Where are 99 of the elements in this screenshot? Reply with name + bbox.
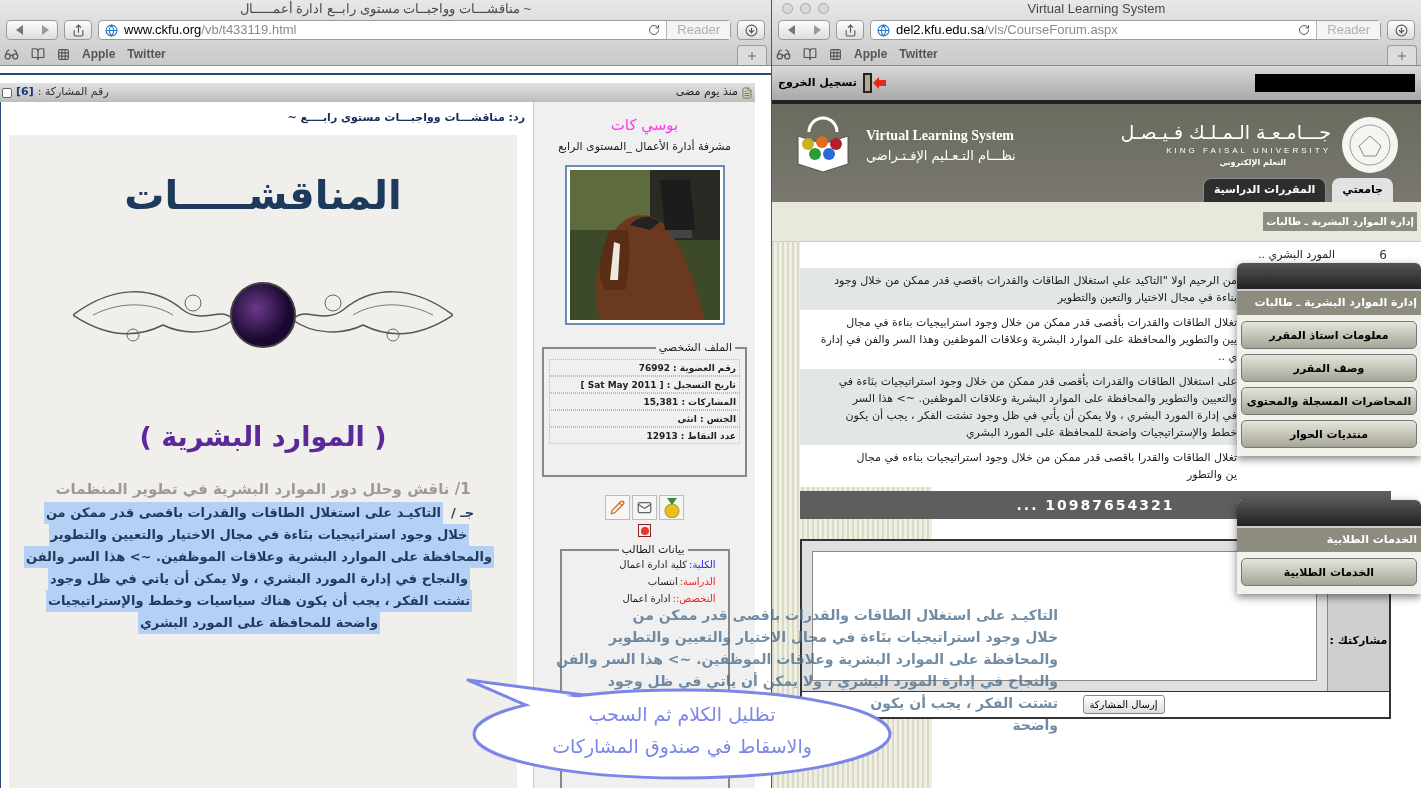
row-number: 6 <box>1378 247 1387 264</box>
bookmark-link[interactable]: Apple <box>82 45 116 63</box>
menu-button[interactable]: وصف المقرر <box>1241 354 1417 382</box>
exit-door-icon[interactable] <box>860 72 887 94</box>
vls-logo-icon <box>794 116 852 174</box>
student-field-label: التخصص:: <box>672 592 716 605</box>
logout-link[interactable]: تسجيل الخروج <box>778 74 857 92</box>
answer-prefix: جـ / <box>451 504 475 522</box>
university-name-english: KING FAISAL UNIVERSITY <box>1166 144 1331 157</box>
menu-button[interactable]: منتديات الحوار <box>1241 420 1417 448</box>
reply-title: رد: مناقشـــات وواجبـــات مستوى رابــــع ~ <box>286 110 526 126</box>
reload-icon[interactable] <box>648 24 661 36</box>
post-text-line: من الرحيم اولا "التاكيد علي استغلال الطاقات والقدرات باقصي قدر ممكن من خلال وجود <box>834 273 1237 289</box>
dragged-text-line: واضحة <box>1012 716 1058 736</box>
student-field-value: ادارة اعمال <box>622 592 671 605</box>
share-icon <box>843 23 857 37</box>
profile-row: رقم العضوية : 76992 <box>549 359 740 376</box>
author-role: مشرفة أدارة الأعمال _المستوى الرابع <box>558 138 731 155</box>
student-field-value: كلية ادارة اعمال <box>619 558 688 571</box>
post-time: منذ يوم مضى <box>675 84 738 101</box>
callout-text: تظليل الكلام ثم السحب <box>588 702 776 728</box>
post-text-line: تغلال الطاقات والقدرات بأقصى قدر ممكن من خلال وجود استرابيجيات بناءة في مجال <box>845 314 1237 331</box>
university-name: جـــامـعـة الـمـلـك فـيـصـل <box>1120 121 1331 145</box>
vls-subtitle: نظـــام التـعـليم الإفـتـراضي <box>866 146 1016 166</box>
bookmarks-icon[interactable] <box>803 47 817 61</box>
post-text-line: خطط والإستراتيجيات واضحة للمحافظة على المورد البشري <box>965 425 1237 441</box>
image-heading: المناقشـــــات <box>124 174 402 215</box>
downloads-button[interactable] <box>737 20 765 40</box>
globe-icon <box>105 23 118 37</box>
post-text-line: المورد البشري .. <box>1258 247 1335 263</box>
vls-title: Virtual Learning System <box>866 126 1016 145</box>
callout-text: والاسقاط في صندوق المشاركات <box>552 734 812 760</box>
post-text-line: بناءة في مجال الاختيار والتعين والتطوير <box>1056 290 1237 306</box>
document-icon <box>741 86 753 99</box>
menu-title: إدارة الموارد البشرية ـ طالبات <box>1237 289 1421 315</box>
share-button[interactable] <box>836 20 864 40</box>
post-text-line: يين والتطوير والمحافظة على الموارد البشرية وعلاقات الموظفين وهذا السر والفن في إدارة <box>820 332 1237 348</box>
profile-row: تاريخ التسجيل : [ Sat May 2011 ] <box>549 376 740 393</box>
medal-button[interactable] <box>659 495 684 520</box>
nav-tab[interactable]: جامعتي <box>1332 178 1393 202</box>
nav-tab[interactable]: المقررات الدراسية <box>1202 178 1327 202</box>
forward-icon[interactable] <box>812 25 821 35</box>
address-field[interactable]: del2.kfu.edu.sa/vls/CourseForum.aspx Reader <box>870 20 1381 40</box>
globe-icon <box>877 23 890 37</box>
student-field-label: الكلية: <box>689 558 716 571</box>
address-field[interactable]: www.ckfu.org/vb/t433119.html Reader <box>98 20 731 40</box>
profile-row: الجنس : انثى <box>549 410 740 427</box>
unit-name: التعلم الإلكتروني <box>1219 156 1286 169</box>
menu-button[interactable]: الخدمات الطلابية <box>1241 558 1417 586</box>
plus-icon <box>1396 49 1408 62</box>
reply-label: مشاركتك : <box>1329 632 1388 649</box>
post-text-line: على استغلال الطاقات والقدرات بأقصى قدر ممكن من خلال وجود استراتيجيات بنَاءة في <box>838 373 1237 390</box>
back-icon[interactable] <box>15 25 24 35</box>
top-sites-icon[interactable] <box>829 47 842 61</box>
post-text-line: في إدارة المورد البشري ، ولا يمكن أن يأتي في ظل وجود تشتت الفكر ، يجب أن يكون <box>844 407 1237 424</box>
download-icon <box>1394 23 1408 37</box>
medal-icon <box>662 497 681 518</box>
reload-icon[interactable] <box>1298 24 1311 36</box>
bookmarks-icon[interactable] <box>31 47 45 61</box>
back-icon[interactable] <box>787 25 796 35</box>
post-text-line: تغلال الطاقات والقدرا باقصى قدر ممكن من خلال وجود استراتيجيات بناءه في مجال <box>856 450 1237 466</box>
edit-button[interactable] <box>605 495 630 520</box>
message-button[interactable] <box>632 495 657 520</box>
post-text-line: ي .. <box>1216 349 1237 365</box>
window-title: مناقشـــات وواجبــات مستوى رابــع ادارة أعمـــــال ~ <box>239 2 532 15</box>
post-text-line: ين والتطور <box>1185 467 1237 483</box>
forward-icon[interactable] <box>40 25 49 35</box>
student-field-label: الدراسة: <box>679 575 716 588</box>
share-icon <box>71 23 85 37</box>
send-post-button[interactable]: إرسال المشاركة <box>1082 695 1165 714</box>
envelope-icon <box>637 500 652 515</box>
menu-title: الخدمات الطلابية <box>1237 526 1421 552</box>
bookmark-link[interactable]: Apple <box>854 45 888 63</box>
downloads-button[interactable] <box>1387 20 1415 40</box>
student-field-value: انتساب <box>647 575 678 588</box>
post-checkbox[interactable] <box>2 87 12 98</box>
profile-row: المشاركات : 15,381 <box>549 393 740 410</box>
pencil-icon <box>610 500 625 515</box>
top-sites-icon[interactable] <box>57 47 70 61</box>
university-seal-icon <box>1341 116 1399 174</box>
status-dot-icon <box>638 524 651 537</box>
plus-icon <box>746 49 758 62</box>
bookmark-link[interactable]: Twitter <box>127 45 166 63</box>
post-text-line: والتعيين والتطوير والمحافظة على الموارد البشرية وعلاقات الموظفين. ~> هذا السر <box>851 391 1237 407</box>
menu-button[interactable]: معلومات استاذ المقرر <box>1241 321 1417 349</box>
post-number-label: رقم المشاركة : <box>37 84 109 101</box>
back-forward-buttons[interactable] <box>778 20 830 40</box>
profile-row: عدد النقاط : 12913 <box>549 427 740 444</box>
profile-title: الملف الشخصي <box>655 340 735 357</box>
share-button[interactable] <box>64 20 92 40</box>
page-links[interactable]: 10987654321 ... <box>1016 494 1175 516</box>
post-number[interactable]: [6] <box>16 84 34 101</box>
download-icon <box>744 23 758 37</box>
menu-button[interactable]: المحاضرات المسجلة والمحتوى <box>1241 387 1417 415</box>
question-text: 1/ ناقش وحلل دور الموارد البشرية في تطوير المنظمات <box>55 478 471 500</box>
dragged-text-line: تشتت الفكر ، يجب أن يكون <box>870 693 1058 714</box>
bookmark-link[interactable]: Twitter <box>899 45 938 63</box>
back-forward-buttons[interactable] <box>6 20 58 40</box>
window-title: Virtual Learning System <box>1027 2 1166 15</box>
